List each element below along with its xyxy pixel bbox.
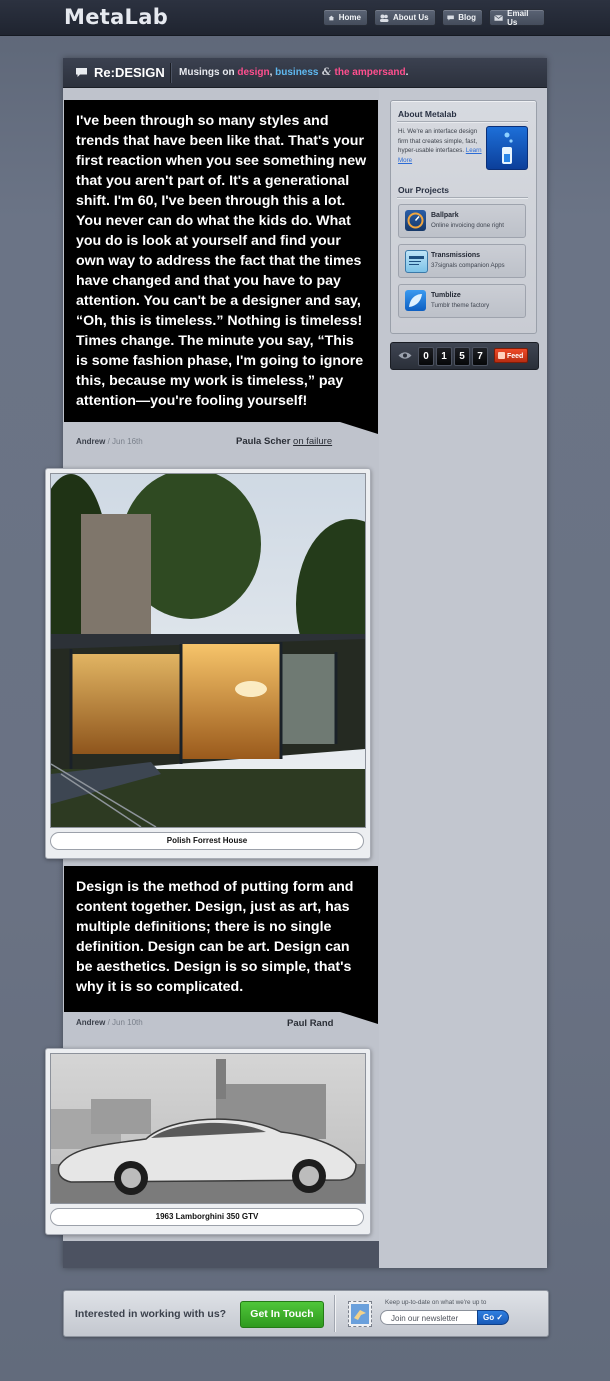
speech-bubble-icon [447,14,454,21]
post-meta: Andrew / Jun 16th [76,437,143,446]
blog-header: Re:DESIGN Musings on design, business & … [63,58,547,88]
quote-post-1: I've been through so many styles and tre… [64,100,378,422]
tagline-ampersand[interactable]: the ampersand [335,67,406,78]
header-divider [170,63,171,83]
nav-about-label: About Us [393,13,429,22]
tagline-prefix: Musings on [179,67,238,78]
nav-email-button[interactable]: Email Us [489,8,545,27]
project-name: Tumblize [431,292,461,299]
divider [397,121,528,122]
get-in-touch-button[interactable]: Get In Touch [240,1301,324,1328]
footer-divider [334,1295,335,1332]
newsletter-go-button[interactable]: Go ✓ [477,1310,509,1325]
nav-home-button[interactable]: Home [323,9,368,26]
quote-attribution: Paul Rand [287,1018,333,1029]
post-date: / Jun 16th [105,437,143,446]
feed-button[interactable]: Feed [494,348,528,363]
project-tumblize[interactable]: Tumblize Tumblr theme factory [398,284,526,318]
tagline-business[interactable]: business [275,67,318,78]
projects-title: Our Projects [398,185,450,195]
nav-email-label: Email Us [507,8,529,27]
top-bar: MetaLab Home About Us Blog Email Us [0,0,610,36]
tagline-suffix: . [405,67,409,78]
envelope-icon [494,14,503,21]
divider [397,197,528,198]
post-date: / Jun 10th [105,1018,143,1027]
about-text: Hi. We're an interface design firm that … [398,127,482,165]
about-title: About Metalab [398,109,457,119]
project-ballpark[interactable]: Ballpark Online invoicing done right [398,204,526,238]
nav-blog-label: Blog [458,13,476,22]
logo[interactable]: MetaLab [64,5,168,29]
contact-footer: Interested in working with us? Get In To… [63,1290,549,1337]
counter-digit: 5 [454,347,470,366]
footer-question: Interested in working with us? [75,1308,227,1320]
attribution-name: Paula Scher [236,436,291,447]
quote-post-2: Design is the method of putting form and… [64,866,378,1012]
project-transmissions[interactable]: Transmissions 37signals companion Apps [398,244,526,278]
photo-card: Polish Forrest House [45,468,371,859]
counter-digit: 0 [418,347,434,366]
home-icon [328,15,335,20]
metalab-phone-icon [486,126,528,170]
project-name: Transmissions [431,252,481,259]
gauge-icon [405,210,426,231]
tagline-amp: & [318,67,335,78]
photo-caption: 1963 Lamborghini 350 GTV [50,1208,364,1226]
counter-digit: 1 [436,347,452,366]
bird-stamp-icon [348,1301,372,1327]
quote-text: I've been through so many styles and tre… [76,113,367,409]
eye-icon [398,352,412,359]
tagline-design[interactable]: design [237,67,269,78]
quote-attribution: Paula Scher on failure [236,436,332,447]
quote-text: Design is the method of putting form and… [76,879,354,995]
feed-label: Feed [507,353,524,360]
attribution-name: Paul Rand [287,1018,334,1029]
post-author[interactable]: Andrew [76,1018,105,1027]
car-photo[interactable] [50,1053,366,1204]
quote-tail [340,422,378,434]
people-icon [380,14,389,22]
posts-footer-strip [63,1241,379,1268]
speech-bubble-icon [76,68,87,77]
newsletter-note: Keep up-to-date on what we're up to [385,1299,487,1306]
post-author[interactable]: Andrew [76,437,105,446]
project-desc: 37signals companion Apps [431,262,505,269]
leaf-icon [405,290,426,311]
nav-home-label: Home [338,13,361,22]
quote-tail [340,1012,378,1024]
about-panel: About Metalab Hi. We're an interface des… [390,100,537,334]
post-meta: Andrew / Jun 10th [76,1018,143,1027]
photo-caption: Polish Forrest House [50,832,364,850]
blog-title[interactable]: Re:DESIGN [94,65,165,80]
logbook-icon [405,250,428,273]
project-desc: Tumblr theme factory [431,302,490,309]
attribution-link[interactable]: on failure [293,436,332,447]
rss-icon [498,352,505,359]
counter-digit: 7 [472,347,488,366]
newsletter-input[interactable]: Join our newsletter [380,1310,478,1325]
nav-blog-button[interactable]: Blog [442,9,483,26]
photo-card: 1963 Lamborghini 350 GTV [45,1048,371,1235]
project-name: Ballpark [431,212,459,219]
project-desc: Online invoicing done right [431,222,504,229]
visitor-counter: 0 1 5 7 Feed [390,342,539,370]
nav-about-button[interactable]: About Us [374,9,436,26]
blog-tagline: Musings on design, business & the ampers… [179,67,408,78]
house-photo[interactable] [50,473,366,828]
